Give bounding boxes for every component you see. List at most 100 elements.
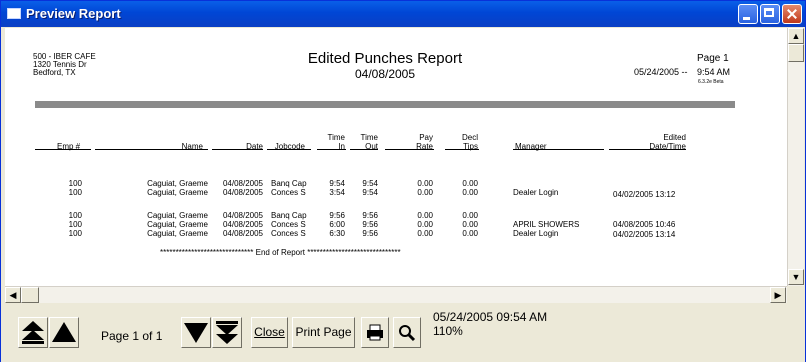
scrollbar-corner bbox=[787, 286, 804, 303]
scroll-down-arrow-icon[interactable]: ▼ bbox=[788, 269, 804, 285]
col-edited-1: Edited bbox=[663, 133, 686, 142]
next-page-icon bbox=[184, 323, 208, 343]
cell-jobcode: Banq Cap bbox=[271, 179, 307, 188]
page-info: Page 1 of 1 bbox=[101, 329, 163, 343]
cell-in: 9:56 bbox=[329, 211, 345, 220]
report-viewport: 500 - IBER CAFE 1320 Tennis Dr Bedford, … bbox=[5, 28, 787, 286]
preview-toolbar: Page 1 of 1 Close Print Page 05/24/2005 … bbox=[1, 304, 805, 362]
previous-page-button[interactable] bbox=[49, 317, 79, 348]
scroll-right-arrow-icon[interactable]: ▶ bbox=[770, 287, 786, 303]
cell-edited: 04/02/2005 13:12 bbox=[613, 190, 676, 199]
header-rule bbox=[95, 149, 208, 150]
cell-tips: 0.00 bbox=[462, 188, 478, 197]
header-rule bbox=[212, 149, 263, 150]
header-rule bbox=[609, 149, 686, 150]
cell-manager: Dealer Login bbox=[513, 188, 559, 197]
cell-date: 04/08/2005 bbox=[222, 188, 263, 197]
print-page-button[interactable]: Print Page bbox=[292, 317, 355, 348]
zoom-level: 110% bbox=[433, 324, 463, 338]
vertical-scroll-thumb[interactable] bbox=[788, 44, 804, 62]
cell-edited: 04/08/2005 10:46 bbox=[613, 220, 676, 229]
title-bar[interactable]: Preview Report bbox=[1, 1, 805, 27]
horizontal-scrollbar[interactable]: ◀ ▶ bbox=[5, 286, 787, 303]
header-rule bbox=[445, 149, 479, 150]
report-date: 04/08/2005 bbox=[354, 67, 416, 81]
cell-date: 04/08/2005 bbox=[222, 211, 263, 220]
cell-rate: 0.00 bbox=[417, 188, 433, 197]
minimize-button[interactable] bbox=[738, 4, 758, 24]
cell-out: 9:56 bbox=[362, 229, 378, 238]
header-rule bbox=[35, 149, 91, 150]
cell-emp: 100 bbox=[68, 179, 82, 188]
scroll-up-arrow-icon[interactable]: ▲ bbox=[788, 28, 804, 44]
cell-name: Caguiat, Graeme bbox=[147, 179, 208, 188]
zoom-button[interactable] bbox=[393, 317, 421, 348]
cell-rate: 0.00 bbox=[417, 220, 433, 229]
cell-jobcode: Conces S bbox=[271, 220, 306, 229]
header-rule bbox=[513, 149, 604, 150]
scroll-left-arrow-icon[interactable]: ◀ bbox=[5, 287, 21, 303]
first-page-icon bbox=[22, 321, 44, 344]
cell-name: Caguiat, Graeme bbox=[147, 220, 208, 229]
cell-tips: 0.00 bbox=[462, 229, 478, 238]
cell-jobcode: Banq Cap bbox=[271, 211, 307, 220]
window-title: Preview Report bbox=[26, 6, 121, 21]
vertical-scrollbar[interactable]: ▲ ▼ bbox=[787, 28, 804, 286]
cell-emp: 100 bbox=[68, 229, 82, 238]
horizontal-scroll-thumb[interactable] bbox=[21, 287, 39, 303]
cell-date: 04/08/2005 bbox=[222, 229, 263, 238]
cell-date: 04/08/2005 bbox=[222, 220, 263, 229]
maximize-button[interactable] bbox=[760, 4, 780, 24]
print-button[interactable] bbox=[361, 317, 389, 348]
header-band bbox=[35, 101, 735, 108]
cell-in: 3:54 bbox=[329, 188, 345, 197]
window-icon bbox=[7, 8, 21, 19]
page-label: Page 1 bbox=[697, 53, 729, 64]
col-tips-1: Decl bbox=[461, 133, 478, 142]
cell-edited: 04/02/2005 13:14 bbox=[613, 230, 676, 239]
close-window-button[interactable] bbox=[782, 4, 802, 24]
print-time: 9:54 AM bbox=[697, 67, 731, 77]
cell-tips: 0.00 bbox=[462, 211, 478, 220]
cell-name: Caguiat, Graeme bbox=[147, 188, 208, 197]
cell-tips: 0.00 bbox=[462, 220, 478, 229]
header-rule bbox=[267, 149, 311, 150]
cell-emp: 100 bbox=[68, 188, 82, 197]
first-page-button[interactable] bbox=[18, 317, 48, 348]
cell-out: 9:54 bbox=[362, 188, 378, 197]
preview-report-window: Preview Report 500 - IBER CAFE 1320 Tenn… bbox=[0, 0, 806, 362]
cell-emp: 100 bbox=[68, 220, 82, 229]
cell-name: Caguiat, Graeme bbox=[147, 229, 208, 238]
city-line: Bedford, TX bbox=[33, 68, 76, 77]
next-page-button[interactable] bbox=[181, 317, 211, 348]
magnifier-icon bbox=[399, 325, 416, 342]
col-timein-1: Time bbox=[327, 133, 345, 142]
previous-page-icon bbox=[52, 322, 76, 342]
cell-name: Caguiat, Graeme bbox=[147, 211, 208, 220]
header-rule bbox=[350, 149, 378, 150]
header-rule bbox=[317, 149, 346, 150]
cell-rate: 0.00 bbox=[417, 229, 433, 238]
cell-emp: 100 bbox=[68, 211, 82, 220]
cell-out: 9:56 bbox=[362, 211, 378, 220]
print-timestamp: 05/24/2005 09:54 AM bbox=[433, 310, 548, 324]
last-page-icon bbox=[216, 321, 238, 344]
cell-in: 6:30 bbox=[329, 229, 345, 238]
last-page-button[interactable] bbox=[212, 317, 242, 348]
cell-rate: 0.00 bbox=[417, 211, 433, 220]
cell-jobcode: Conces S bbox=[271, 188, 306, 197]
col-timeout-1: Time bbox=[360, 133, 378, 142]
cell-date: 04/08/2005 bbox=[222, 179, 263, 188]
cell-in: 6:00 bbox=[329, 220, 345, 229]
print-range: 05/24/2005 -- bbox=[634, 67, 688, 77]
printer-icon bbox=[367, 324, 383, 341]
close-button[interactable]: Close bbox=[251, 317, 288, 348]
col-payrate-1: Pay bbox=[419, 133, 433, 142]
header-rule bbox=[385, 149, 434, 150]
cell-out: 9:54 bbox=[362, 179, 378, 188]
cell-tips: 0.00 bbox=[462, 179, 478, 188]
cell-manager: APRIL SHOWERS bbox=[513, 220, 580, 229]
cell-rate: 0.00 bbox=[417, 179, 433, 188]
end-of-report: ****************************** End of Re… bbox=[160, 248, 401, 257]
cell-out: 9:56 bbox=[362, 220, 378, 229]
